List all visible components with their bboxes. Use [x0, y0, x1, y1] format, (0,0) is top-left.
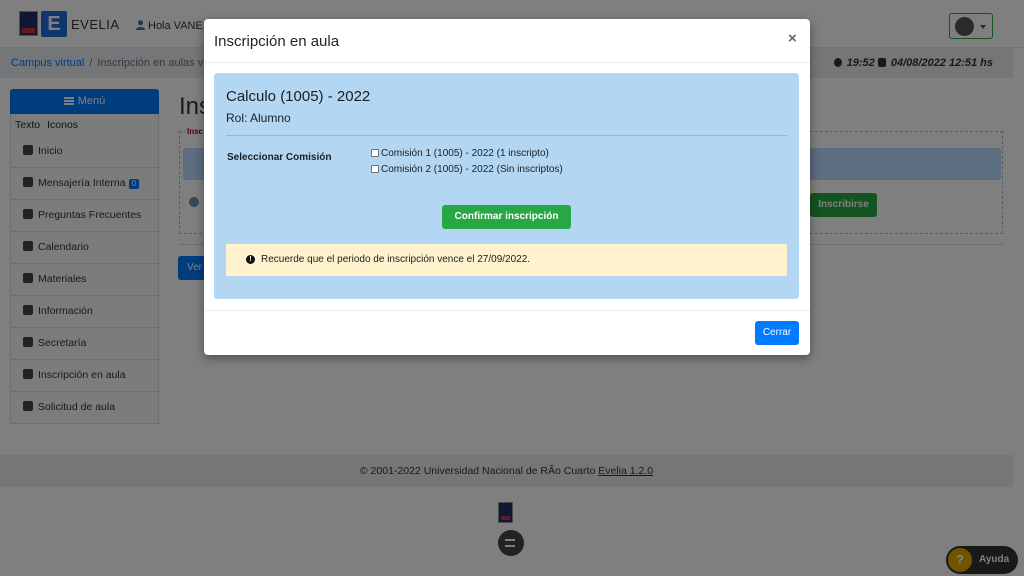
- commission-1-label: Comisión 1 (1005) - 2022 (1 inscripto): [381, 148, 549, 159]
- modal-body: Calculo (1005) - 2022 Rol: Alumno Selecc…: [204, 63, 810, 310]
- commission-option-2[interactable]: Comisión 2 (1005) - 2022 (Sin inscriptos…: [371, 164, 563, 175]
- modal-footer: Cerrar: [204, 310, 810, 355]
- confirm-inscription-button[interactable]: Confirmar inscripción: [442, 205, 571, 229]
- modal-title: Inscripción en aula: [214, 33, 340, 50]
- exclamation-circle-icon: !: [246, 255, 255, 264]
- commission-2-label: Comisión 2 (1005) - 2022 (Sin inscriptos…: [381, 164, 563, 175]
- commission-2-checkbox[interactable]: [371, 165, 379, 173]
- close-icon[interactable]: ×: [788, 30, 797, 47]
- commission-1-checkbox[interactable]: [371, 149, 379, 157]
- cerrar-button[interactable]: Cerrar: [755, 321, 799, 345]
- deadline-alert: ! Recuerde que el periodo de inscripción…: [226, 244, 787, 276]
- deadline-alert-text: Recuerde que el periodo de inscripción v…: [261, 254, 531, 265]
- divider: [226, 135, 787, 136]
- modal-header: Inscripción en aula ×: [204, 19, 810, 63]
- commission-label: Seleccionar Comisión: [227, 152, 332, 163]
- role-label: Rol: Alumno: [226, 111, 291, 125]
- course-title: Calculo (1005) - 2022: [226, 88, 371, 105]
- inscription-modal: Inscripción en aula × Calculo (1005) - 2…: [204, 19, 810, 355]
- course-card: Calculo (1005) - 2022 Rol: Alumno Selecc…: [214, 73, 799, 299]
- commission-option-1[interactable]: Comisión 1 (1005) - 2022 (1 inscripto): [371, 148, 549, 159]
